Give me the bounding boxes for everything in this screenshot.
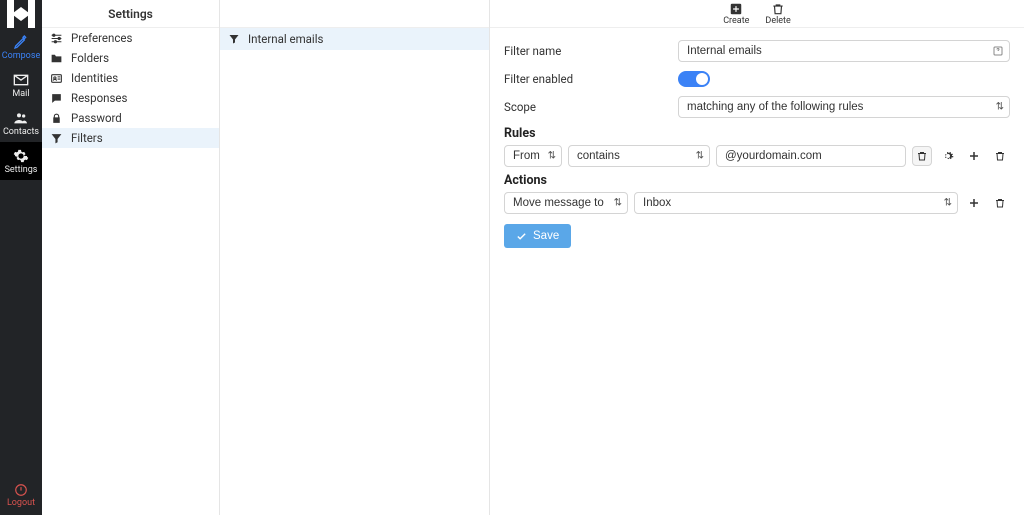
folder-icon — [50, 52, 63, 65]
nav-contacts-label: Contacts — [3, 127, 39, 137]
plus-icon — [968, 150, 980, 162]
filter-enabled-label: Filter enabled — [504, 72, 678, 86]
create-button-label: Create — [723, 16, 749, 26]
settings-item-label: Responses — [71, 91, 127, 105]
rule-value-input[interactable] — [716, 145, 906, 167]
rule-field-select[interactable]: From — [504, 145, 562, 167]
filter-list-item-label: Internal emails — [248, 32, 323, 46]
settings-item-preferences[interactable]: Preferences — [42, 28, 219, 48]
filter-list-item[interactable]: Internal emails — [220, 28, 489, 50]
rule-remove-button[interactable] — [990, 146, 1010, 166]
settings-item-label: Preferences — [71, 31, 132, 45]
rule-row: From ⇅ contains ⇅ — [504, 145, 1010, 167]
action-row: Move message to ⇅ Inbox ⇅ — [504, 192, 1010, 214]
save-button[interactable]: Save — [504, 224, 571, 248]
action-type-select[interactable]: Move message to — [504, 192, 628, 214]
check-icon — [516, 231, 527, 242]
settings-item-label: Password — [71, 111, 122, 125]
trash-icon — [994, 150, 1006, 162]
plus-icon — [968, 197, 980, 209]
settings-column-header: Settings — [42, 0, 219, 28]
settings-item-label: Folders — [71, 51, 109, 65]
settings-item-label: Filters — [71, 131, 103, 145]
nav-mail[interactable]: Mail — [0, 66, 42, 104]
nav-logout[interactable]: Logout — [0, 475, 42, 515]
app-logo — [0, 0, 42, 28]
filter-icon — [50, 132, 63, 145]
trash-icon — [916, 150, 928, 162]
filter-icon — [228, 33, 240, 45]
nav-logout-label: Logout — [7, 498, 35, 508]
nav-compose-label: Compose — [2, 51, 41, 61]
action-target-select[interactable]: Inbox — [634, 192, 958, 214]
settings-item-label: Identities — [71, 71, 118, 85]
rules-header: Rules — [504, 126, 1010, 141]
settings-item-responses[interactable]: Responses — [42, 88, 219, 108]
trash-icon — [771, 2, 785, 16]
scope-select[interactable]: matching any of the following rules — [678, 96, 1010, 118]
nav-contacts[interactable]: Contacts — [0, 104, 42, 142]
rule-settings-button[interactable] — [938, 146, 958, 166]
plus-square-icon — [729, 2, 743, 16]
settings-item-password[interactable]: Password — [42, 108, 219, 128]
chat-icon — [50, 92, 63, 105]
create-filter-button[interactable]: Create — [723, 2, 749, 26]
lock-icon — [50, 112, 63, 125]
filters-column-header — [220, 0, 489, 28]
delete-button-label: Delete — [765, 16, 790, 26]
filter-name-label: Filter name — [504, 44, 678, 58]
nav-settings[interactable]: Settings — [0, 142, 42, 180]
rule-delete-button[interactable] — [912, 146, 932, 166]
settings-item-filters[interactable]: Filters — [42, 128, 219, 148]
rule-add-button[interactable] — [964, 146, 984, 166]
delete-filter-button[interactable]: Delete — [765, 2, 790, 26]
id-card-icon — [50, 72, 63, 85]
filter-name-input[interactable] — [678, 40, 1010, 62]
filter-toolbar: Create Delete — [490, 0, 1024, 28]
trash-icon — [994, 197, 1006, 209]
gear-icon — [942, 150, 954, 162]
nav-compose[interactable]: Compose — [0, 28, 42, 66]
rule-operator-select[interactable]: contains — [568, 145, 710, 167]
scope-label: Scope — [504, 100, 678, 114]
filter-enabled-toggle[interactable] — [678, 71, 710, 87]
actions-header: Actions — [504, 173, 1010, 188]
sliders-icon — [50, 32, 63, 45]
action-remove-button[interactable] — [990, 193, 1010, 213]
settings-item-folders[interactable]: Folders — [42, 48, 219, 68]
settings-item-identities[interactable]: Identities — [42, 68, 219, 88]
action-add-button[interactable] — [964, 193, 984, 213]
nav-settings-label: Settings — [5, 165, 38, 175]
save-button-label: Save — [533, 230, 559, 242]
nav-mail-label: Mail — [12, 89, 29, 99]
